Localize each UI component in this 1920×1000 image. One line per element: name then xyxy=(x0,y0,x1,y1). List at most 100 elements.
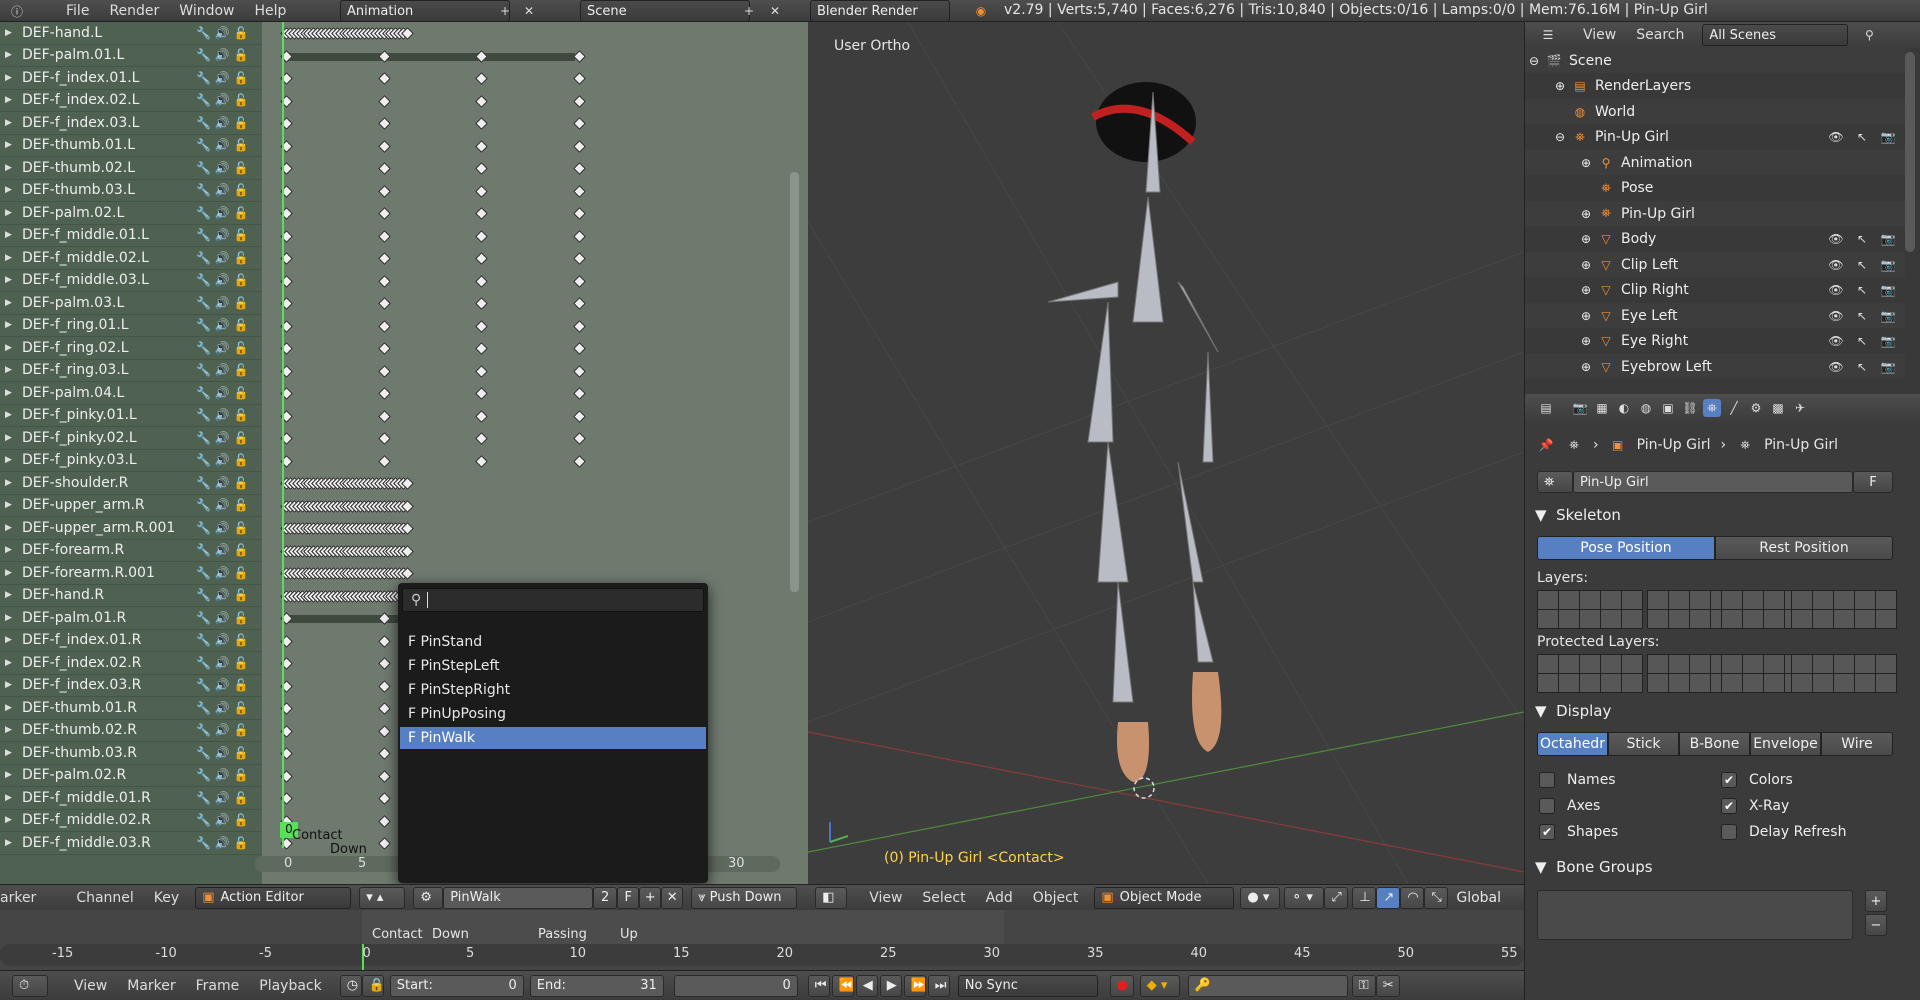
expand-icon[interactable]: ▶ xyxy=(0,815,14,825)
keyframe[interactable] xyxy=(572,252,586,265)
render-icon[interactable]: 📷 xyxy=(1879,230,1897,248)
action-item-pinstepleft[interactable]: F PinStepLeft xyxy=(400,655,706,677)
channel-toggles[interactable]: 🔧 🔊 🔓 xyxy=(196,71,262,85)
keyframe[interactable] xyxy=(377,297,391,310)
keyframe[interactable] xyxy=(377,72,391,85)
world-icon[interactable]: ◍ xyxy=(1637,399,1655,417)
expand-icon[interactable]: ▶ xyxy=(0,343,14,353)
armature-browse-button[interactable]: ⛯ xyxy=(1537,471,1573,493)
expand-icon[interactable]: ▶ xyxy=(0,320,14,330)
menu-object[interactable]: Object xyxy=(1023,890,1089,906)
outliner-menu-search[interactable]: Search xyxy=(1626,27,1694,43)
xray-checkbox[interactable]: ✔ xyxy=(1721,798,1737,814)
expand-icon[interactable]: ▶ xyxy=(0,613,14,623)
expand-icon[interactable]: ▶ xyxy=(0,275,14,285)
eye-icon[interactable]: 👁 xyxy=(1827,128,1845,146)
keyframe[interactable] xyxy=(475,117,489,130)
keyframe[interactable] xyxy=(572,454,586,468)
channel-toggles[interactable]: 🔧 🔊 🔓 xyxy=(196,251,262,265)
channel-toggles[interactable]: 🔧 🔊 🔓 xyxy=(196,791,262,805)
render-icon[interactable]: 📷 xyxy=(1879,307,1897,325)
menu-view[interactable]: View xyxy=(859,890,912,906)
timeline-menu-playback[interactable]: Playback xyxy=(249,978,331,994)
keyframe[interactable] xyxy=(572,297,586,310)
orientation-label[interactable]: Global xyxy=(1456,890,1501,906)
next-keyframe-icon[interactable]: ⏩ xyxy=(903,974,926,997)
protected-grid-a[interactable] xyxy=(1537,654,1643,693)
expand-icon[interactable]: ▶ xyxy=(0,590,14,600)
channel-toggles[interactable]: 🔧 🔊 🔓 xyxy=(196,701,262,715)
expand-icon[interactable]: ▶ xyxy=(0,185,14,195)
channel-toggles[interactable]: 🔧 🔊 🔓 xyxy=(196,161,262,175)
editor-type-icon[interactable]: ☰ xyxy=(1539,26,1557,44)
channel-row[interactable]: ▶ DEF-f_middle.01.L 🔧 🔊 🔓 xyxy=(0,225,262,247)
option-axes[interactable]: Axes xyxy=(1539,798,1600,814)
channel-row[interactable]: ▶ DEF-thumb.01.L 🔧 🔊 🔓 xyxy=(0,135,262,157)
close-icon[interactable]: ✕ xyxy=(661,886,684,909)
menu-marker[interactable]: arker xyxy=(0,890,46,906)
keyframe[interactable] xyxy=(572,432,586,445)
expand-icon[interactable]: ▶ xyxy=(0,748,14,758)
keying-set-field[interactable]: 🔑 xyxy=(1187,974,1348,997)
channel-row[interactable]: ▶ DEF-palm.01.R 🔧 🔊 🔓 xyxy=(0,607,262,630)
keyframe[interactable] xyxy=(377,162,391,175)
add-icon[interactable]: + xyxy=(496,2,514,20)
keyframe[interactable] xyxy=(377,139,391,153)
keyframe[interactable] xyxy=(377,184,391,198)
translate-icon[interactable]: ↗ xyxy=(1376,886,1401,909)
shading-dropdown[interactable]: ● ▾ xyxy=(1240,886,1281,909)
keyframe[interactable] xyxy=(475,94,489,108)
channel-row[interactable]: ▶ DEF-f_index.03.L 🔧 🔊 🔓 xyxy=(0,112,262,135)
scale-icon[interactable]: ⤡ xyxy=(1424,886,1449,909)
remove-bone-group-button[interactable]: − xyxy=(1865,914,1887,936)
play-reverse-icon[interactable]: ◀ xyxy=(855,974,878,997)
outliner-item[interactable]: ⊕ ▽ Body 👁 ↖ 📷 xyxy=(1525,227,1905,252)
keyframe[interactable] xyxy=(572,94,586,108)
keyframe[interactable] xyxy=(572,162,586,175)
channel-toggles[interactable]: 🔧 🔊 🔓 xyxy=(196,588,262,602)
render-icon[interactable]: 📷 xyxy=(1879,358,1897,376)
channel-row[interactable]: ▶ DEF-f_pinky.03.L 🔧 🔊 🔓 xyxy=(0,450,262,472)
expand-icon[interactable]: ▶ xyxy=(0,680,14,690)
push-down-button[interactable]: ⩔ Push Down xyxy=(691,886,798,909)
timeline-marker-contact[interactable]: Contact xyxy=(372,927,423,942)
expand-icon[interactable]: ▶ xyxy=(0,208,14,218)
channel-row[interactable]: ▶ DEF-f_index.01.R 🔧 🔊 🔓 xyxy=(0,630,262,652)
expand-icon[interactable]: ▶ xyxy=(0,725,14,735)
colors-checkbox[interactable]: ✔ xyxy=(1721,772,1737,788)
timeline-menu-marker[interactable]: Marker xyxy=(117,978,185,994)
display-wire-button[interactable]: Wire xyxy=(1821,732,1893,756)
channel-row[interactable]: ▶ DEF-upper_arm.R.001 🔧 🔊 🔓 xyxy=(0,517,262,540)
expand-icon[interactable]: ⊖ xyxy=(1525,54,1539,68)
action-item-pinwalk[interactable]: F PinWalk xyxy=(400,727,706,749)
protected-grid-d[interactable] xyxy=(1791,654,1897,693)
cursor-icon[interactable]: ↖ xyxy=(1853,281,1871,299)
keyframe[interactable] xyxy=(377,409,391,423)
eye-icon[interactable]: 👁 xyxy=(1827,230,1845,248)
expand-icon[interactable]: ▶ xyxy=(0,568,14,578)
option-shapes[interactable]: ✔ Shapes xyxy=(1539,824,1618,840)
cursor-icon[interactable]: ↖ xyxy=(1853,230,1871,248)
timeline-editor-type-button[interactable]: ⏱ xyxy=(12,974,48,997)
outliner-item[interactable]: ⊕ ▽ Clip Left 👁 ↖ 📷 xyxy=(1525,252,1905,277)
outliner-item[interactable]: ◍ World xyxy=(1525,99,1905,124)
eye-icon[interactable]: 👁 xyxy=(1827,332,1845,350)
mode-dropdown[interactable]: ▣ Object Mode xyxy=(1094,886,1235,909)
keyframe[interactable] xyxy=(377,207,391,220)
keyframe[interactable] xyxy=(572,387,586,400)
keyframe[interactable] xyxy=(377,814,391,828)
keyframe[interactable] xyxy=(572,319,586,333)
render-icon[interactable]: 📷 xyxy=(1879,256,1897,274)
armature-name-field[interactable]: Pin-Up Girl xyxy=(1573,471,1853,493)
outliner-item[interactable]: ⊕ ⛯ Pin-Up Girl xyxy=(1525,201,1905,226)
bone-groups-panel-header[interactable]: ▼ Bone Groups xyxy=(1535,854,1915,880)
axes-checkbox[interactable] xyxy=(1539,798,1555,814)
keyframe[interactable] xyxy=(377,319,391,333)
keyframe[interactable] xyxy=(475,297,489,310)
timeline-marker-up[interactable]: Up xyxy=(620,927,638,942)
channel-row[interactable]: ▶ DEF-f_middle.03.R 🔧 🔊 🔓 xyxy=(0,832,262,855)
transform-icon[interactable]: ⊥ xyxy=(1352,886,1377,909)
expand-icon[interactable]: ⊕ xyxy=(1525,309,1591,323)
expand-icon[interactable]: ▶ xyxy=(0,365,14,375)
skeleton-panel-header[interactable]: ▼ Skeleton xyxy=(1535,502,1915,528)
